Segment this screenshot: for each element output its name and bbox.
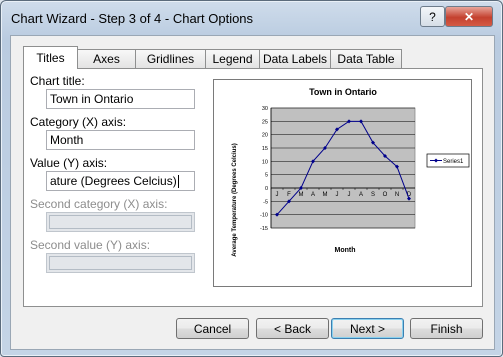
x-tick-label: J <box>336 192 339 198</box>
back-label: < Back <box>273 321 312 336</box>
chart-wizard-dialog: Chart Wizard - Step 3 of 4 - Chart Optio… <box>0 0 503 357</box>
y-tick-label: 10 <box>262 159 268 165</box>
y-tick-label: -15 <box>260 226 268 232</box>
x-tick-label: N <box>395 192 399 198</box>
second-category-x-axis-input <box>46 212 195 232</box>
value-y-axis-label: Value (Y) axis: <box>30 156 108 170</box>
next-button[interactable]: Next > <box>331 318 404 339</box>
x-tick-label: A <box>311 192 315 198</box>
chart-preview: Town in Ontario Average Temperature (Deg… <box>213 79 472 287</box>
category-x-axis-label: Category (X) axis: <box>30 115 127 129</box>
window-title: Chart Wizard - Step 3 of 4 - Chart Optio… <box>11 11 254 26</box>
y-tick-label: 5 <box>265 173 268 179</box>
second-value-y-axis-input <box>46 253 195 273</box>
x-tick-label: F <box>287 192 291 198</box>
chart-title: Town in Ontario <box>309 87 377 97</box>
tab-label: Data Labels <box>262 52 328 66</box>
tab-label: Axes <box>93 52 120 66</box>
close-button[interactable]: ✕ <box>445 6 493 27</box>
chart-title-label: Chart title: <box>30 74 85 88</box>
x-tick-label: A <box>359 192 363 198</box>
plot-background <box>270 107 416 229</box>
help-icon: ? <box>429 9 436 24</box>
chart-title-input[interactable]: Town in Ontario <box>46 89 195 109</box>
y-axis-title: Average Temperature (Degrees Celcius) <box>232 143 238 256</box>
legend: Series1 <box>426 153 470 168</box>
x-tick-label: M <box>299 192 304 198</box>
tab-gridlines[interactable]: Gridlines <box>135 49 206 68</box>
x-tick-label: S <box>371 192 375 198</box>
plot-area: -15-10-5051015202530J F M A M J J A S O N D <box>260 106 416 232</box>
tab-data-labels[interactable]: Data Labels <box>259 49 331 68</box>
tab-label: Gridlines <box>146 52 195 66</box>
y-tick-label: 30 <box>262 106 268 112</box>
chart-svg: Town in Ontario Average Temperature (Deg… <box>232 87 470 257</box>
y-tick-label: 20 <box>262 133 268 139</box>
y-tick-label: 15 <box>262 146 268 152</box>
dialog-body: Titles Axes Gridlines Legend Data Labels… <box>10 35 495 350</box>
tab-label: Titles <box>36 51 65 65</box>
text-caret <box>177 175 179 189</box>
next-label: Next > <box>349 321 385 336</box>
x-tick-label: J <box>276 192 279 198</box>
second-value-y-axis-label: Second value (Y) axis: <box>30 238 151 252</box>
close-icon: ✕ <box>463 9 475 24</box>
y-tick-label: 25 <box>262 119 268 125</box>
value-y-axis-input[interactable]: ature (Degrees Celcius) <box>46 171 195 191</box>
tab-titles[interactable]: Titles <box>23 46 78 69</box>
y-tick-label: 0 <box>265 186 268 192</box>
back-button[interactable]: < Back <box>256 318 329 339</box>
value-y-axis-text: ature (Degrees Celcius) <box>50 174 177 188</box>
tab-data-table[interactable]: Data Table <box>330 49 402 68</box>
legend-label: Series1 <box>443 159 464 165</box>
cancel-button[interactable]: Cancel <box>176 318 249 339</box>
tab-legend[interactable]: Legend <box>205 49 260 68</box>
titles-panel: Chart title: Town in Ontario Category (X… <box>23 68 483 307</box>
title-bar: Chart Wizard - Step 3 of 4 - Chart Optio… <box>1 1 502 35</box>
x-tick-label: J <box>348 192 351 198</box>
tab-label: Legend <box>212 52 253 66</box>
x-tick-label: M <box>323 192 328 198</box>
help-button[interactable]: ? <box>420 6 445 27</box>
finish-label: Finish <box>430 321 463 336</box>
x-axis-title: Month <box>335 247 356 254</box>
y-tick-label: -10 <box>260 213 268 219</box>
tab-label: Data Table <box>337 52 395 66</box>
finish-button[interactable]: Finish <box>410 318 483 339</box>
tab-axes[interactable]: Axes <box>77 49 136 68</box>
category-x-axis-input[interactable]: Month <box>46 130 195 150</box>
y-tick-label: -5 <box>263 199 268 205</box>
cancel-label: Cancel <box>193 321 232 336</box>
second-category-x-axis-label: Second category (X) axis: <box>30 197 168 211</box>
x-tick-label: O <box>383 192 388 198</box>
